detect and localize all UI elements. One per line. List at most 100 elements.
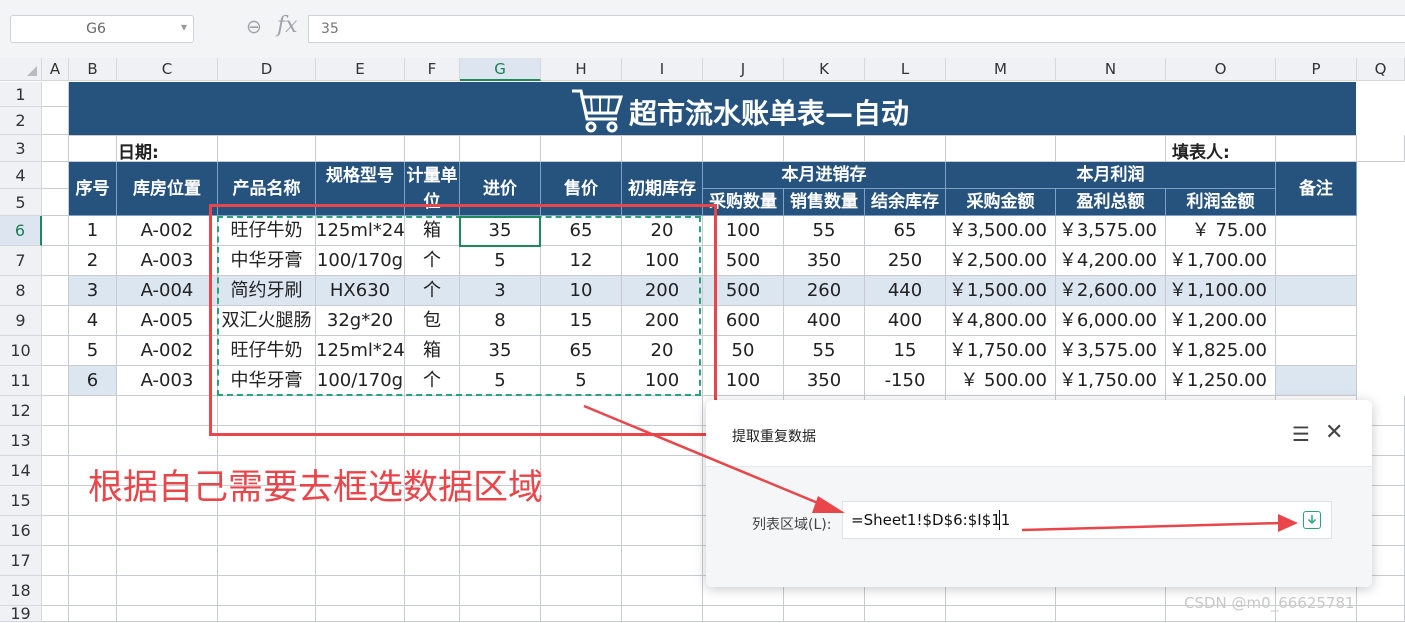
- data-cell[interactable]: A-003: [117, 366, 218, 396]
- data-cell[interactable]: ￥1,250.00: [1166, 366, 1276, 396]
- data-cell[interactable]: ￥1,750.00: [1056, 366, 1166, 396]
- row-header-8[interactable]: 8: [0, 276, 42, 306]
- column-header-o[interactable]: O: [1166, 58, 1276, 81]
- empty-cell[interactable]: [541, 516, 622, 546]
- data-cell[interactable]: 55: [784, 216, 865, 246]
- empty-cell[interactable]: [117, 396, 218, 426]
- data-cell[interactable]: 400: [784, 306, 865, 336]
- empty-cell[interactable]: [622, 456, 703, 486]
- empty-cell[interactable]: [460, 546, 541, 576]
- data-cell[interactable]: ￥1,700.00: [1166, 246, 1276, 276]
- column-header-j[interactable]: J: [703, 58, 784, 81]
- header-seq[interactable]: 序号: [69, 162, 117, 216]
- cell-row3[interactable]: [1276, 135, 1357, 162]
- empty-cell[interactable]: [541, 486, 622, 516]
- data-cell[interactable]: 1: [69, 216, 117, 246]
- header-location[interactable]: 库房位置: [117, 162, 218, 216]
- header-profit-group[interactable]: 本月利润: [946, 162, 1276, 189]
- column-header-n[interactable]: N: [1056, 58, 1166, 81]
- data-cell[interactable]: [1276, 216, 1357, 246]
- empty-cell[interactable]: [218, 576, 316, 606]
- empty-cell[interactable]: [460, 576, 541, 606]
- empty-cell[interactable]: [865, 606, 946, 622]
- empty-cell[interactable]: [69, 546, 117, 576]
- cell-a6[interactable]: [42, 216, 69, 246]
- cell-a10[interactable]: [42, 336, 69, 366]
- data-cell[interactable]: ￥4,800.00: [946, 306, 1056, 336]
- header-remain-stock[interactable]: 结余库存: [865, 189, 946, 216]
- empty-cell[interactable]: [541, 606, 622, 622]
- empty-cell[interactable]: [316, 606, 405, 622]
- cell-a7[interactable]: [42, 246, 69, 276]
- fx-icon[interactable]: fx: [277, 13, 298, 38]
- empty-cell[interactable]: [69, 606, 117, 622]
- column-header-k[interactable]: K: [784, 58, 865, 81]
- data-cell[interactable]: A-002: [117, 336, 218, 366]
- data-cell[interactable]: 350: [784, 366, 865, 396]
- row-header-12[interactable]: 12: [0, 396, 42, 426]
- data-cell[interactable]: A-002: [117, 216, 218, 246]
- empty-cell[interactable]: [316, 516, 405, 546]
- row-header-6[interactable]: 6: [0, 216, 42, 246]
- data-cell[interactable]: ￥6,000.00: [1056, 306, 1166, 336]
- column-header-h[interactable]: H: [541, 58, 622, 81]
- row-header-19[interactable]: 19: [0, 606, 42, 622]
- data-cell[interactable]: 55: [784, 336, 865, 366]
- data-cell[interactable]: ￥2,500.00: [946, 246, 1056, 276]
- data-cell[interactable]: A-005: [117, 306, 218, 336]
- empty-cell[interactable]: [405, 516, 460, 546]
- header-profit-amt[interactable]: 利润金额: [1166, 189, 1276, 216]
- cell-a15[interactable]: [42, 486, 69, 516]
- name-box[interactable]: G6 ▾: [10, 15, 194, 43]
- empty-cell[interactable]: [1056, 606, 1166, 622]
- empty-cell[interactable]: [541, 456, 622, 486]
- empty-cell[interactable]: [622, 486, 703, 516]
- cell-a4[interactable]: [42, 162, 69, 189]
- empty-cell[interactable]: [784, 606, 865, 622]
- empty-cell[interactable]: [405, 606, 460, 622]
- empty-cell[interactable]: [622, 606, 703, 622]
- cell-row3[interactable]: [316, 135, 405, 162]
- row-header-9[interactable]: 9: [0, 306, 42, 336]
- data-cell[interactable]: [1276, 366, 1357, 396]
- empty-cell[interactable]: [69, 426, 117, 456]
- data-cell[interactable]: A-003: [117, 246, 218, 276]
- data-cell[interactable]: [1276, 306, 1357, 336]
- data-cell[interactable]: [1276, 276, 1357, 306]
- column-header-l[interactable]: L: [865, 58, 946, 81]
- row-header-5[interactable]: 5: [0, 189, 42, 216]
- zoom-search-icon[interactable]: ⊖: [246, 16, 262, 38]
- header-sales-qty[interactable]: 销售数量: [784, 189, 865, 216]
- data-cell[interactable]: 4: [69, 306, 117, 336]
- row-header-2[interactable]: 2: [0, 107, 42, 135]
- data-cell[interactable]: A-004: [117, 276, 218, 306]
- cell-a5[interactable]: [42, 189, 69, 216]
- data-cell[interactable]: ￥4,200.00: [1056, 246, 1166, 276]
- data-cell[interactable]: 6: [69, 366, 117, 396]
- data-cell[interactable]: 250: [865, 246, 946, 276]
- empty-cell[interactable]: [218, 546, 316, 576]
- empty-cell[interactable]: [460, 516, 541, 546]
- cell-row3[interactable]: [1056, 135, 1166, 162]
- row-header-11[interactable]: 11: [0, 366, 42, 396]
- chevron-down-icon[interactable]: ▾: [181, 20, 187, 34]
- data-cell[interactable]: ￥ 75.00: [1166, 216, 1276, 246]
- column-header-p[interactable]: P: [1276, 58, 1357, 81]
- cell-a14[interactable]: [42, 456, 69, 486]
- list-range-input[interactable]: =Sheet1!$D$6:$I$11: [842, 501, 1332, 539]
- cell-row3[interactable]: [703, 135, 784, 162]
- cell-row3[interactable]: [218, 135, 316, 162]
- data-cell[interactable]: 2: [69, 246, 117, 276]
- empty-cell[interactable]: [117, 516, 218, 546]
- row-header-4[interactable]: 4: [0, 162, 42, 189]
- cell-a12[interactable]: [42, 396, 69, 426]
- select-all-corner[interactable]: [0, 58, 42, 81]
- row-header-7[interactable]: 7: [0, 246, 42, 276]
- column-header-b[interactable]: B: [69, 58, 117, 81]
- data-cell[interactable]: ￥1,750.00: [946, 336, 1056, 366]
- empty-cell[interactable]: [541, 546, 622, 576]
- data-cell[interactable]: 3: [69, 276, 117, 306]
- header-month-group[interactable]: 本月进销存: [703, 162, 946, 189]
- header-gross-total[interactable]: 盈利总额: [1056, 189, 1166, 216]
- data-cell[interactable]: 15: [865, 336, 946, 366]
